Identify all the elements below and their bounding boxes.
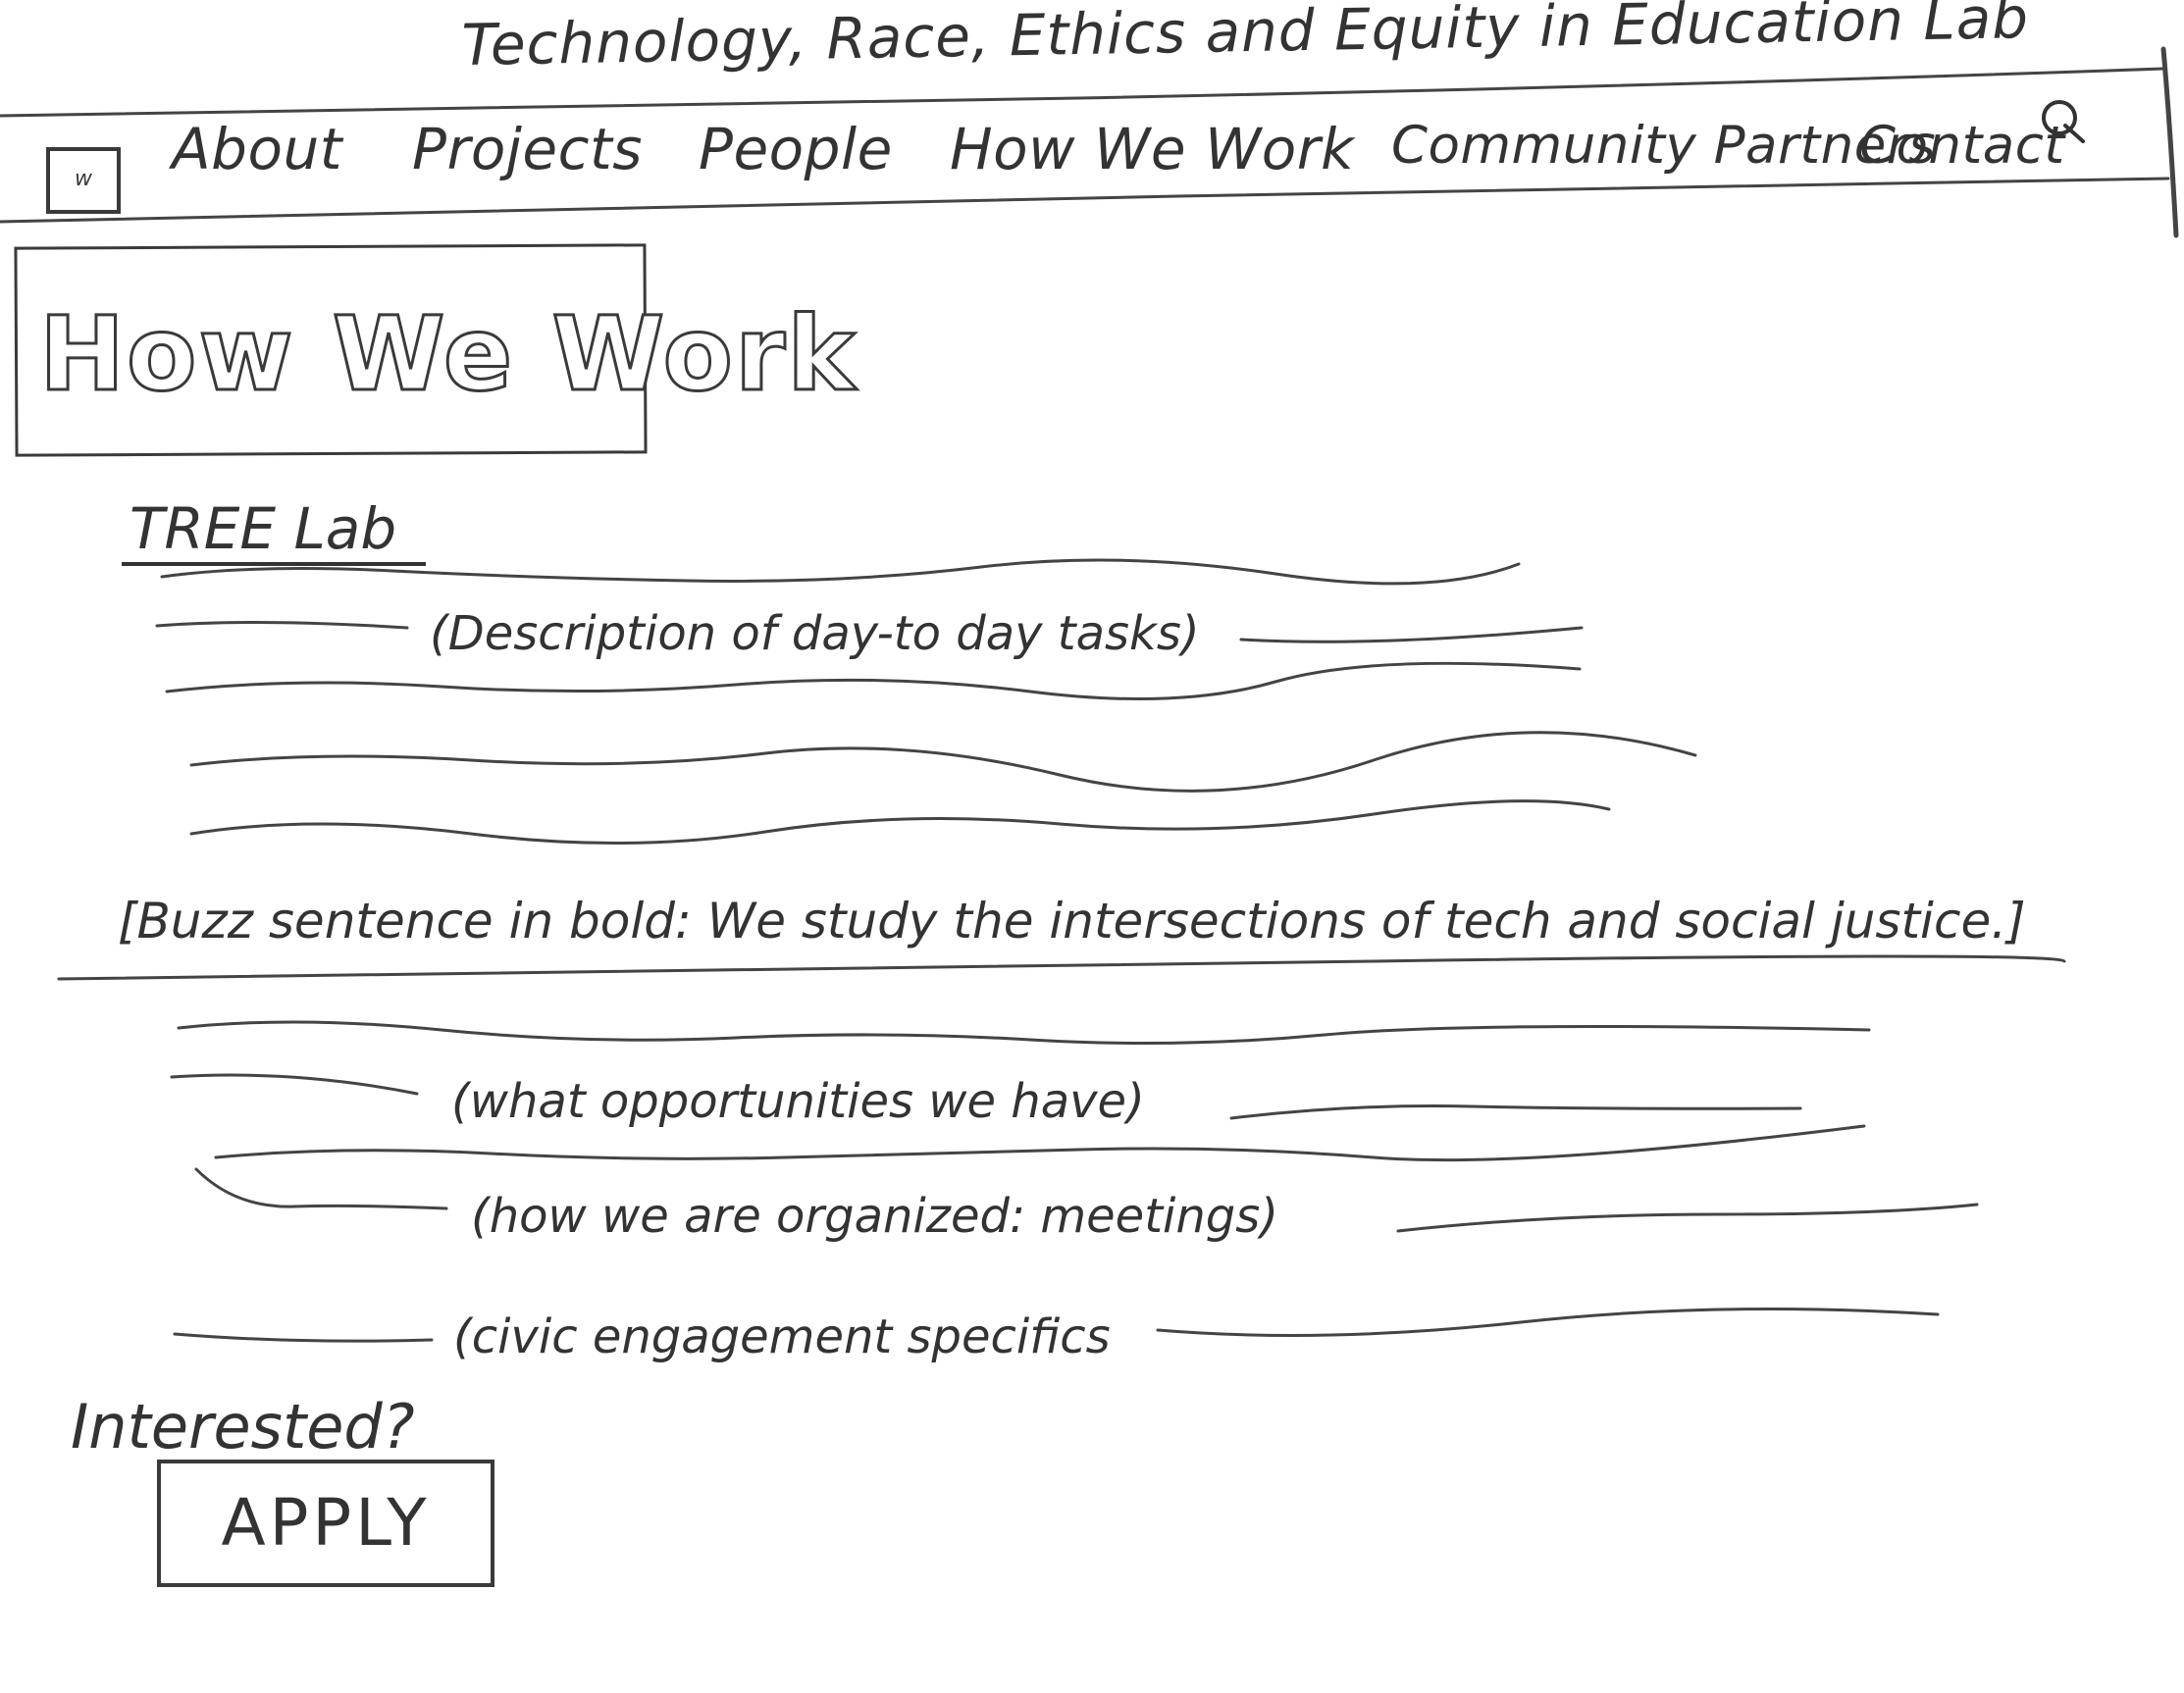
section-heading: TREE Lab <box>122 495 426 566</box>
squiggle-line <box>189 731 1697 793</box>
interested-prompt: Interested? <box>71 1391 415 1462</box>
nav-item-people[interactable]: People <box>699 116 893 182</box>
nav-item-projects[interactable]: Projects <box>412 116 643 182</box>
logo-text: w <box>75 167 92 191</box>
squiggle-line <box>177 1020 1871 1046</box>
nav-bottom-rule <box>0 177 2170 224</box>
squiggle-line <box>189 799 1611 845</box>
buzz-sentence: [Buzz sentence in bold: We study the int… <box>118 893 2026 949</box>
apply-button[interactable]: APPLY <box>157 1460 494 1587</box>
heading-underline <box>122 562 426 566</box>
section-heading-text: TREE Lab <box>130 495 397 562</box>
nav-item-community-partners[interactable]: Community Partners <box>1391 116 1936 176</box>
squiggle-line <box>1156 1308 1940 1337</box>
civic-placeholder: (civic engagement specifics <box>453 1309 1111 1364</box>
nav-right-edge <box>2160 46 2179 238</box>
squiggle-line <box>1229 1104 1802 1120</box>
nav-top-rule <box>0 67 2165 118</box>
search-icon[interactable] <box>2036 96 2091 151</box>
squiggle-line <box>194 1167 448 1210</box>
opportunities-placeholder: (what opportunities we have) <box>451 1074 1145 1129</box>
search-icon-glyph <box>2042 100 2085 143</box>
nav-item-how-we-work[interactable]: How We Work <box>950 116 1354 182</box>
page-title: How We Work <box>37 293 858 416</box>
squiggle-line <box>173 1332 434 1343</box>
description-placeholder: (Description of day-to day tasks) <box>430 606 1200 661</box>
nav-item-contact[interactable]: Contact <box>1859 116 2065 176</box>
squiggle-line <box>165 661 1582 700</box>
organization-placeholder: (how we are organized: meetings) <box>471 1189 1278 1244</box>
squiggle-line <box>155 620 409 630</box>
buzz-underline <box>57 954 2066 981</box>
squiggle-line <box>170 1073 419 1096</box>
squiggle-line <box>214 1124 1866 1162</box>
nav-item-about[interactable]: About <box>172 116 342 182</box>
squiggle-line <box>1239 626 1584 643</box>
logo[interactable]: w <box>46 147 121 214</box>
squiggle-line <box>1396 1203 1979 1233</box>
